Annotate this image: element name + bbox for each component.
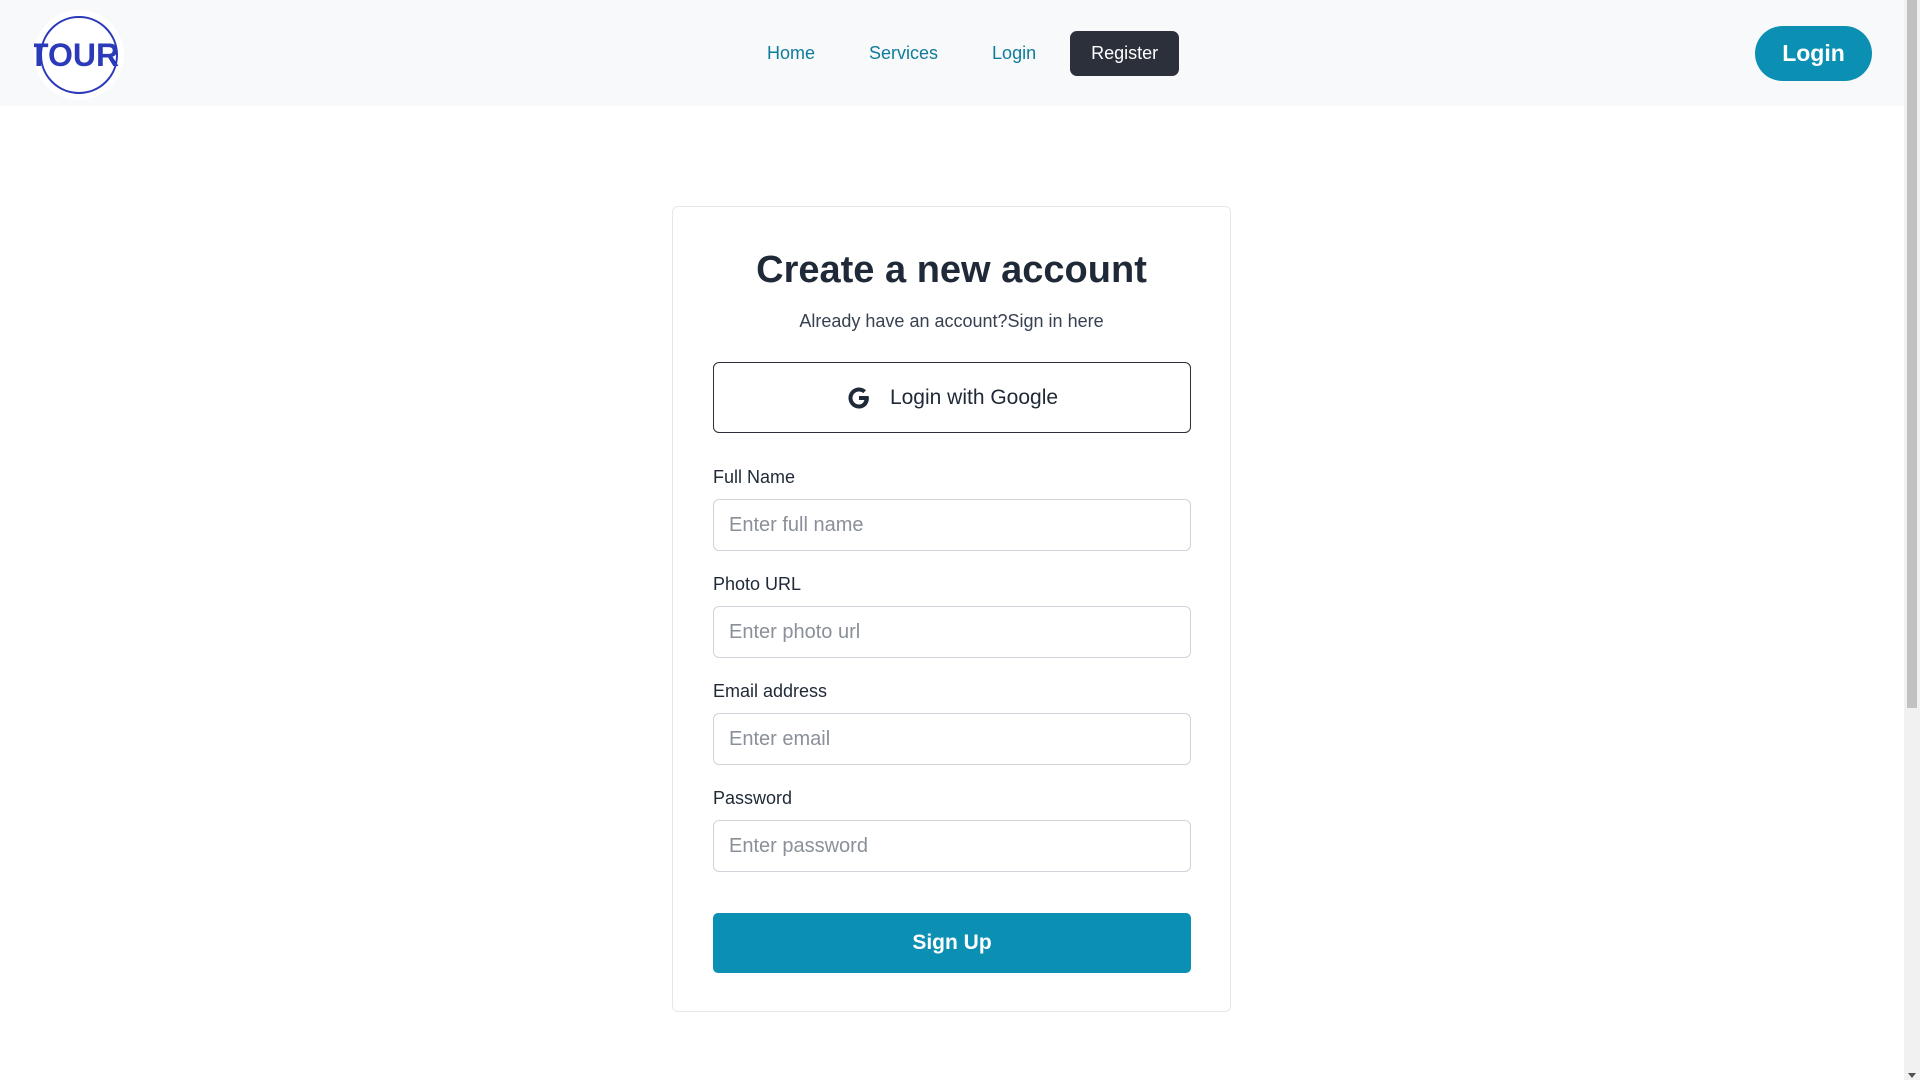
signin-prompt-text: Already have an account? [799, 311, 1008, 331]
signin-prompt: Already have an account?Sign in here [673, 311, 1230, 332]
photo-url-input[interactable] [713, 606, 1191, 658]
google-icon [846, 385, 872, 411]
google-login-button[interactable]: Login with Google [713, 362, 1191, 433]
nav-link-home[interactable]: Home [740, 31, 842, 76]
email-input[interactable] [713, 713, 1191, 765]
nav-links: Home Services Login Register [740, 31, 1180, 76]
nav-link-services[interactable]: Services [842, 31, 965, 76]
password-label: Password [713, 788, 793, 808]
navbar: TOUR Home Services Login Register Login [0, 0, 1904, 106]
password-input[interactable] [713, 820, 1191, 872]
register-card: Create a new account Already have an acc… [672, 206, 1231, 1012]
header-login-button[interactable]: Login [1755, 26, 1872, 81]
signin-link[interactable]: Sign in here [1008, 311, 1104, 331]
email-label: Email address [713, 681, 828, 701]
photo-url-label: Photo URL [713, 574, 802, 594]
nav-link-login[interactable]: Login [965, 31, 1063, 76]
full-name-input[interactable] [713, 499, 1191, 551]
page-scrollbar[interactable] [1904, 0, 1920, 1080]
scrollbar-thumb[interactable] [1907, 0, 1917, 708]
logo-text: TOUR [34, 37, 119, 73]
nav-link-register[interactable]: Register [1070, 31, 1180, 76]
page-title: Create a new account [756, 249, 1147, 291]
google-login-label: Login with Google [889, 385, 1059, 409]
full-name-label: Full Name [713, 467, 796, 487]
tour-logo-icon[interactable]: TOUR [34, 10, 124, 100]
scroll-down-arrow-icon[interactable] [1908, 1073, 1916, 1078]
viewport: TOUR Home Services Login Register Login … [0, 0, 1920, 1080]
sign-up-button[interactable]: Sign Up [713, 913, 1191, 973]
